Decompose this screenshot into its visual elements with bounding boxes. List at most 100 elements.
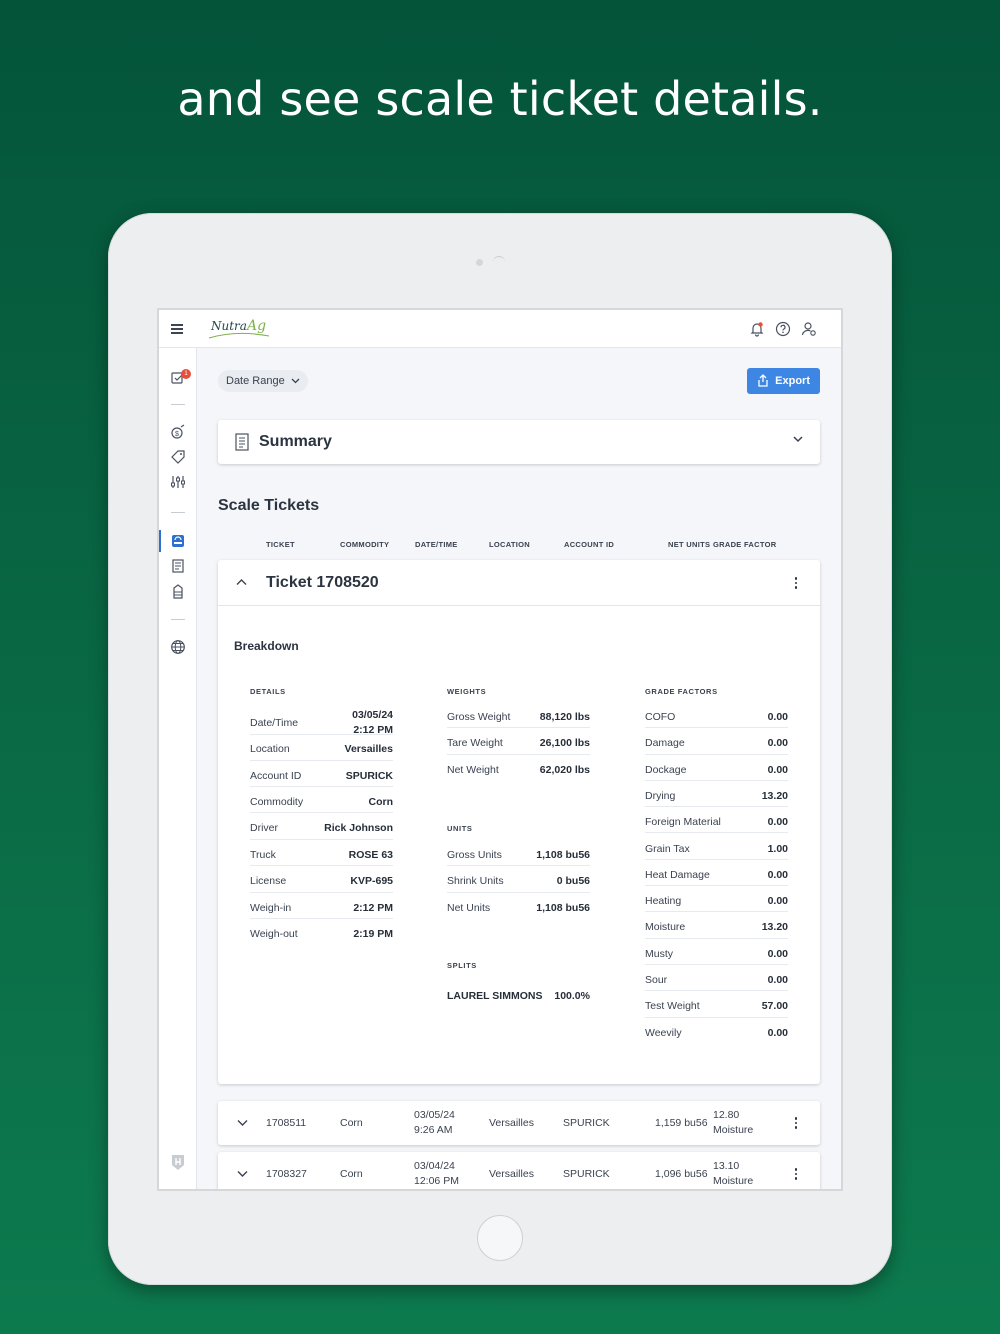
weight-key: Tare Weight (447, 737, 503, 749)
detail-row: Driver Rick Johnson (250, 813, 393, 840)
more-options-icon[interactable] (794, 1168, 798, 1182)
weight-key: Net Weight (447, 764, 499, 776)
svg-text:$: $ (175, 431, 179, 438)
column-header[interactable]: ACCOUNT ID (564, 540, 614, 549)
summary-card[interactable]: Summary (218, 420, 820, 464)
grade-factor-key: Foreign Material (645, 816, 721, 829)
grade-factor-key: Heat Damage (645, 868, 710, 881)
grade-factor-key: Test Weight (645, 1000, 700, 1013)
detail-row: Commodity Corn (250, 787, 393, 813)
contracts-icon[interactable] (170, 558, 186, 574)
detail-key: Date/Time (250, 717, 299, 729)
menu-icon[interactable] (171, 324, 183, 334)
sliders-icon[interactable] (170, 474, 186, 490)
grade-factor-key: COFO (645, 711, 676, 723)
column-header[interactable]: COMMODITY (340, 540, 389, 549)
ticket-row[interactable]: 1708327 Corn 03/04/24 12:06 PM Versaille… (218, 1152, 820, 1189)
detail-row: Date/Time 03/05/24 2:12 PM (250, 702, 393, 736)
split-percent: 100.0% (554, 990, 590, 1002)
scale-icon[interactable] (170, 533, 186, 549)
chevron-down-icon (291, 378, 300, 384)
weight-row: Gross Weight 88,120 lbs (447, 702, 590, 728)
detail-row: Truck ROSE 63 (250, 840, 393, 866)
sensor (493, 256, 505, 268)
unit-row: Gross Units 1,108 bu56 (447, 840, 590, 866)
split-name: LAUREL SIMMONS (447, 990, 543, 1002)
camera (476, 259, 483, 266)
ipad-frame: NutraAg 1 $ Date Range Export Summary Sc… (108, 213, 892, 1285)
weight-value: 26,100 lbs (539, 737, 590, 749)
ticket-number: 1708327 (266, 1168, 307, 1180)
date-range-filter[interactable]: Date Range (218, 370, 308, 392)
chevron-up-icon[interactable] (236, 578, 247, 586)
detail-key: Truck (250, 849, 276, 861)
money-icon[interactable]: $ (170, 424, 186, 440)
detail-row: Account ID SPURICK (250, 761, 393, 787)
bin-icon[interactable] (170, 584, 186, 600)
chevron-down-icon[interactable] (237, 1119, 248, 1127)
grade-factor-key: Weevily (645, 1026, 682, 1039)
weight-row: Net Weight 62,020 lbs (447, 755, 590, 781)
ticket-row[interactable]: 1708511 Corn 03/05/24 9:26 AM Versailles… (218, 1101, 820, 1145)
grade-factor-value: 0.00 (767, 737, 788, 750)
grade-factor-row: Moisture 13.20 (645, 912, 788, 939)
grade-factor-value: 0.00 (767, 947, 788, 960)
ticket-grade-value: 13.10 (713, 1160, 740, 1172)
main-content: Date Range Export Summary Scale Tickets (198, 348, 841, 1189)
ticket-location: Versailles (489, 1117, 534, 1129)
export-button[interactable]: Export (747, 368, 820, 394)
globe-icon[interactable] (170, 639, 186, 655)
chevron-down-icon (793, 436, 803, 443)
breakdown-title: Breakdown (234, 639, 299, 653)
user-settings-icon[interactable] (801, 321, 817, 337)
chevron-down-icon[interactable] (237, 1170, 248, 1178)
unit-value: 1,108 bu56 (536, 902, 590, 914)
ticket-title: Ticket 1708520 (266, 574, 379, 591)
brand-shield-icon (172, 1155, 184, 1170)
grade-factor-value: 13.20 (761, 921, 788, 934)
more-options-icon[interactable] (794, 577, 798, 591)
detail-key: Driver (250, 822, 278, 834)
column-header[interactable]: TICKET (266, 540, 295, 549)
app-logo[interactable]: NutraAg (208, 318, 270, 339)
column-header[interactable]: GRADE FACTOR (713, 540, 776, 549)
unit-value: 1,108 bu56 (536, 849, 590, 861)
ticket-date: 03/05/24 (414, 1109, 455, 1121)
headline: and see scale ticket details. (177, 72, 823, 126)
ticket-net-units: 1,159 bu56 (655, 1117, 708, 1129)
grade-factor-row: Test Weight 57.00 (645, 991, 788, 1018)
bell-icon[interactable] (749, 321, 765, 337)
grade-factor-value: 0.00 (767, 974, 788, 986)
ticket-grade-name: Moisture (713, 1124, 754, 1136)
column-header[interactable]: DATE/TIME (415, 540, 458, 549)
detail-key: Weigh-out (250, 928, 298, 940)
detail-row: Weigh-in 2:12 PM (250, 893, 393, 919)
units-label: UNITS (447, 824, 473, 833)
detail-row: License KVP-695 (250, 866, 393, 893)
ticket-time: 9:26 AM (414, 1124, 453, 1136)
grade-factor-row: Drying 13.20 (645, 781, 788, 808)
home-button[interactable] (477, 1215, 523, 1261)
column-header[interactable]: NET UNITS (668, 540, 710, 549)
grade-factor-row: Heating 0.00 (645, 886, 788, 913)
detail-value: 03/05/24 (352, 709, 393, 721)
grade-factor-row: COFO 0.00 (645, 702, 788, 729)
grade-factor-row: Damage 0.00 (645, 728, 788, 755)
unit-row: Shrink Units 0 bu56 (447, 866, 590, 893)
grade-factor-key: Sour (645, 974, 668, 986)
grade-factor-value: 13.20 (761, 789, 788, 802)
ticket-number: 1708511 (266, 1117, 307, 1129)
tag-icon[interactable] (170, 449, 186, 465)
weight-key: Gross Weight (447, 711, 511, 723)
more-options-icon[interactable] (794, 1117, 798, 1131)
ticket-header[interactable]: Ticket 1708520 (218, 560, 820, 606)
unit-row: Net Units 1,108 bu56 (447, 893, 590, 919)
column-header[interactable]: LOCATION (489, 540, 530, 549)
unit-key: Net Units (447, 902, 491, 914)
grade-factor-row: Foreign Material 0.00 (645, 807, 788, 834)
logo-text: Nutra (211, 319, 247, 333)
ticket-commodity: Corn (340, 1168, 363, 1180)
grade-factor-value: 0.00 (767, 711, 788, 723)
grade-factor-key: Dockage (645, 763, 687, 776)
help-icon[interactable] (775, 321, 791, 337)
